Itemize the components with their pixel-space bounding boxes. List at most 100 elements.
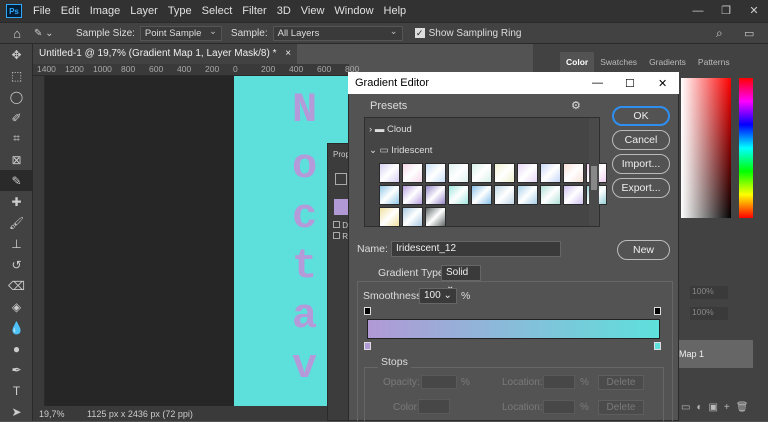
- gradient-swatch[interactable]: [379, 185, 400, 205]
- close-tab-icon[interactable]: ×: [285, 48, 291, 59]
- layer-row-selected[interactable]: Map 1: [679, 340, 753, 368]
- color-stop-right[interactable]: [654, 342, 661, 350]
- zoom-level[interactable]: 19,7%: [33, 409, 81, 419]
- eraser-tool-icon[interactable]: ⌫: [0, 275, 33, 296]
- blur-tool-icon[interactable]: 💧: [0, 317, 33, 338]
- layers-opacity-2[interactable]: 100%: [690, 307, 728, 320]
- marquee-tool-icon[interactable]: ⬚: [0, 65, 33, 86]
- menu-filter[interactable]: Filter: [237, 5, 271, 17]
- menu-window[interactable]: Window: [329, 5, 378, 17]
- properties-check-1[interactable]: D: [333, 221, 348, 230]
- sample-select[interactable]: All Layers: [272, 25, 403, 41]
- workspace-icon[interactable]: ▭: [744, 27, 754, 40]
- gradient-swatch[interactable]: [425, 163, 446, 183]
- layers-opacity-1[interactable]: 100%: [690, 286, 728, 299]
- delete-color-stop-button[interactable]: Delete: [598, 400, 644, 415]
- stamp-tool-icon[interactable]: ⊥: [0, 233, 33, 254]
- export-button[interactable]: Export...: [612, 178, 670, 198]
- presets-settings-icon[interactable]: ⚙: [571, 99, 581, 112]
- minimize-button[interactable]: —: [684, 0, 712, 22]
- crop-tool-icon[interactable]: ⌗: [0, 128, 33, 149]
- color-stop-left[interactable]: [364, 342, 371, 350]
- gradient-swatch[interactable]: [379, 207, 400, 227]
- dialog-maximize-icon[interactable]: ☐: [625, 77, 635, 90]
- gradient-swatch[interactable]: [402, 207, 423, 227]
- stop-opacity-field[interactable]: [421, 375, 457, 389]
- folder-iridescent[interactable]: ⌄ ▭ Iridescent: [369, 145, 432, 156]
- gradient-swatch[interactable]: [379, 163, 400, 183]
- gradient-swatch[interactable]: [517, 185, 538, 205]
- gradient-swatch[interactable]: [517, 163, 538, 183]
- opacity-stop-right[interactable]: [654, 307, 661, 315]
- close-window-button[interactable]: ✕: [740, 0, 768, 22]
- menu-image[interactable]: Image: [85, 5, 126, 17]
- gradient-swatch[interactable]: [425, 185, 446, 205]
- menu-select[interactable]: Select: [197, 5, 238, 17]
- smoothness-field[interactable]: 100 ⌄: [419, 288, 457, 304]
- gradient-bar[interactable]: [367, 319, 660, 339]
- ok-button[interactable]: OK: [612, 106, 670, 126]
- gradient-swatch[interactable]: [471, 185, 492, 205]
- tab-color[interactable]: Color: [560, 52, 595, 72]
- cancel-button[interactable]: Cancel: [612, 130, 670, 150]
- stop-color-swatch[interactable]: [418, 399, 450, 414]
- gradient-swatch[interactable]: [448, 185, 469, 205]
- tab-swatches[interactable]: Swatches: [594, 52, 643, 72]
- gradient-swatch[interactable]: [448, 163, 469, 183]
- properties-check-2[interactable]: R: [333, 232, 348, 241]
- dialog-close-icon[interactable]: ✕: [658, 77, 667, 90]
- color-picker-field[interactable]: [681, 78, 731, 218]
- delete-opacity-stop-button[interactable]: Delete: [598, 375, 644, 390]
- gradient-swatch[interactable]: [471, 163, 492, 183]
- menu-type[interactable]: Type: [163, 5, 197, 17]
- gradient-swatch[interactable]: [563, 163, 584, 183]
- gradient-swatch[interactable]: [540, 185, 561, 205]
- menu-3d[interactable]: 3D: [272, 5, 296, 17]
- history-brush-icon[interactable]: ↺: [0, 254, 33, 275]
- properties-tab[interactable]: Prop: [328, 144, 350, 159]
- healing-tool-icon[interactable]: ✚: [0, 191, 33, 212]
- gradient-swatch[interactable]: [402, 163, 423, 183]
- gradient-swatch[interactable]: [402, 185, 423, 205]
- move-tool-icon[interactable]: ✥: [0, 44, 33, 65]
- presets-scrollbar[interactable]: [589, 118, 599, 226]
- menu-edit[interactable]: Edit: [56, 5, 85, 17]
- menu-layer[interactable]: Layer: [125, 5, 163, 17]
- brush-tool-icon[interactable]: 🖌: [0, 212, 33, 233]
- gradient-swatch[interactable]: [494, 185, 515, 205]
- frame-tool-icon[interactable]: ⊠: [0, 149, 33, 170]
- stop-location-field-1[interactable]: [543, 375, 575, 389]
- stop-location-field-2[interactable]: [543, 400, 575, 414]
- home-icon[interactable]: ⌂: [0, 26, 34, 41]
- opacity-stop-left[interactable]: [364, 307, 371, 315]
- quick-select-tool-icon[interactable]: ✐: [0, 107, 33, 128]
- name-field[interactable]: Iridescent_12: [391, 241, 561, 257]
- search-icon[interactable]: ⌕: [716, 26, 723, 41]
- hue-slider[interactable]: [739, 78, 753, 218]
- presets-list[interactable]: › ▬ Cloud ⌄ ▭ Iridescent: [364, 117, 607, 227]
- tab-gradients[interactable]: Gradients: [643, 52, 692, 72]
- new-button[interactable]: New: [617, 240, 670, 260]
- eyedropper-tool-icon[interactable]: ✎: [0, 170, 33, 191]
- maximize-button[interactable]: ❐: [712, 0, 740, 22]
- sample-size-select[interactable]: Point Sample: [139, 25, 222, 41]
- pen-tool-icon[interactable]: ✒: [0, 359, 33, 380]
- paint-bucket-icon[interactable]: ◈: [0, 296, 33, 317]
- gradient-swatch[interactable]: [494, 163, 515, 183]
- document-tab[interactable]: Untitled-1 @ 19,7% (Gradient Map 1, Laye…: [33, 44, 298, 64]
- type-tool-icon[interactable]: T: [0, 380, 33, 401]
- menu-view[interactable]: View: [296, 5, 330, 17]
- tab-patterns[interactable]: Patterns: [692, 52, 736, 72]
- path-select-icon[interactable]: ➤: [0, 401, 33, 422]
- sampling-ring-checkbox[interactable]: ✓: [414, 28, 425, 38]
- lasso-tool-icon[interactable]: ◯: [0, 86, 33, 107]
- dialog-minimize-icon[interactable]: —: [592, 77, 603, 89]
- import-button[interactable]: Import...: [612, 154, 670, 174]
- eyedropper-icon[interactable]: ✎ ⌄: [34, 28, 64, 39]
- menu-file[interactable]: File: [28, 5, 56, 17]
- gradient-swatch[interactable]: [540, 163, 561, 183]
- folder-cloud[interactable]: › ▬ Cloud: [369, 124, 412, 135]
- menu-help[interactable]: Help: [379, 5, 412, 17]
- gradient-swatch[interactable]: [563, 185, 584, 205]
- dodge-tool-icon[interactable]: ●: [0, 338, 33, 359]
